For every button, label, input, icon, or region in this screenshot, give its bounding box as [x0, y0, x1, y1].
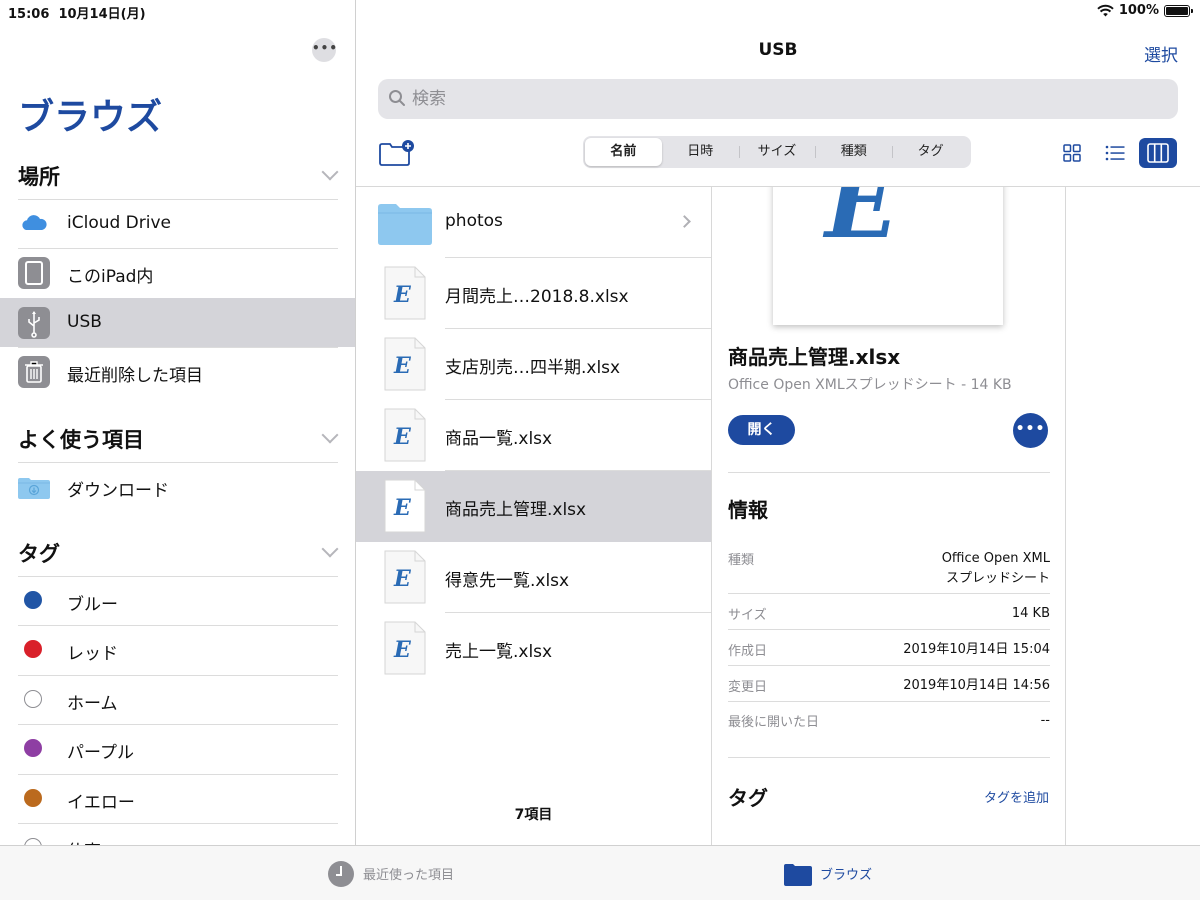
tag-color-dot: [24, 591, 42, 609]
tag-color-dot: [24, 690, 42, 708]
svg-text:E: E: [393, 637, 412, 663]
sort-by-kind[interactable]: 種類: [815, 138, 892, 166]
chevron-down-icon: [321, 163, 339, 181]
item-count: 7項目: [514, 807, 553, 823]
excel-file-icon: E: [384, 621, 426, 675]
grid-view-button[interactable]: [1053, 138, 1091, 168]
tag-color-dot: [24, 640, 42, 658]
excel-file-icon: E: [384, 337, 426, 391]
grid-icon: [1063, 144, 1081, 162]
tag-color-dot: [24, 838, 42, 845]
section-favorites[interactable]: よく使う項目: [18, 421, 339, 457]
tag-color-dot: [24, 739, 42, 757]
info-heading: 情報: [728, 498, 768, 522]
sidebar-tag-home[interactable]: ホーム: [0, 675, 355, 724]
file-row-xlsx[interactable]: E 得意先一覧.xlsx: [356, 542, 711, 613]
sidebar-tag-blue[interactable]: ブルー: [0, 576, 355, 625]
wifi-icon: [1097, 4, 1114, 17]
battery-percent: 100%: [1118, 3, 1159, 18]
tags-heading: タグ: [728, 786, 768, 810]
section-tags[interactable]: タグ: [18, 535, 339, 571]
sidebar: ••• ブラウズ 場所 iCloud Drive このiPad内 USB 最近削…: [0, 0, 356, 845]
list-view-button[interactable]: [1096, 138, 1134, 168]
file-row-xlsx[interactable]: E 売上一覧.xlsx: [356, 613, 711, 684]
sort-by-size[interactable]: サイズ: [738, 138, 816, 166]
detail-pane: E 商品売上管理.xlsx Office Open XMLスプレッドシート - …: [712, 187, 1066, 845]
svg-text:E: E: [393, 495, 412, 521]
add-tag-link[interactable]: タグを追加: [984, 787, 1049, 806]
sidebar-tag-yellow[interactable]: イエロー: [0, 774, 355, 823]
sidebar-tag-work[interactable]: 仕事: [0, 823, 355, 845]
file-row-xlsx[interactable]: E 商品一覧.xlsx: [356, 400, 711, 471]
svg-text:E: E: [393, 566, 412, 592]
folder-icon: [378, 204, 432, 245]
excel-file-icon: E: [384, 408, 426, 462]
search-bar[interactable]: [378, 79, 1178, 119]
download-folder-icon: [18, 478, 50, 499]
status-indicators: 100%: [1097, 3, 1193, 18]
file-row-photos[interactable]: photos: [356, 187, 711, 258]
sort-by-tag[interactable]: タグ: [892, 138, 969, 166]
file-row-xlsx[interactable]: E 支店別売…四半期.xlsx: [356, 329, 711, 400]
trash-icon: [18, 356, 50, 388]
sidebar-item-ipad[interactable]: このiPad内: [0, 248, 355, 297]
sidebar-item-recently-deleted[interactable]: 最近削除した項目: [0, 347, 355, 396]
excel-file-icon: E: [384, 479, 426, 533]
sidebar-tag-red[interactable]: レッド: [0, 625, 355, 674]
sort-segmented-control: 名前 日時 サイズ 種類 タグ: [583, 136, 971, 168]
divider: [728, 472, 1050, 473]
main-pane: USB 選択 名前 日時 サイズ 種類 タグ photos E 月間売上…201…: [356, 0, 1200, 845]
svg-text:E: E: [393, 282, 412, 308]
sidebar-item-usb[interactable]: USB: [0, 298, 355, 347]
columns-icon: [1147, 143, 1169, 163]
list-icon: [1105, 145, 1125, 161]
sidebar-item-icloud[interactable]: iCloud Drive: [0, 199, 355, 248]
sort-by-name[interactable]: 名前: [585, 138, 662, 166]
file-list: photos E 月間売上…2018.8.xlsx E 支店別売…四半期.xls…: [356, 187, 712, 845]
chevron-down-icon: [321, 426, 339, 444]
search-icon: [389, 90, 405, 106]
detail-file-name: 商品売上管理.xlsx: [728, 345, 901, 369]
file-row-xlsx-selected[interactable]: E 商品売上管理.xlsx: [356, 471, 711, 542]
excel-file-icon: E: [384, 550, 426, 604]
detail-more-button[interactable]: •••: [1013, 413, 1048, 448]
search-input[interactable]: [412, 85, 1152, 113]
excel-file-icon: E: [384, 266, 426, 320]
sidebar-title: ブラウズ: [18, 97, 163, 138]
sort-by-date[interactable]: 日時: [662, 138, 739, 166]
section-locations[interactable]: 場所: [18, 158, 339, 194]
svg-text:E: E: [393, 424, 412, 450]
ipad-icon: [18, 257, 50, 289]
status-bar: 15:06 10月14日(月) 100%: [0, 0, 1200, 22]
tab-browse[interactable]: ブラウズ: [784, 846, 872, 900]
folder-icon: [784, 863, 812, 886]
page-title: USB: [758, 40, 798, 60]
clock-icon: [328, 860, 354, 887]
sidebar-tag-purple[interactable]: パープル: [0, 724, 355, 773]
sidebar-item-downloads[interactable]: ダウンロード: [0, 462, 355, 511]
chevron-down-icon: [321, 540, 339, 558]
svg-text:E: E: [393, 353, 412, 379]
detail-file-type: Office Open XMLスプレッドシート - 14 KB: [728, 377, 1012, 393]
chevron-right-icon: [678, 215, 691, 228]
battery-icon: [1164, 4, 1193, 17]
usb-icon: [18, 307, 50, 339]
file-preview[interactable]: E: [773, 187, 1003, 325]
tag-color-dot: [24, 789, 42, 807]
new-folder-icon[interactable]: [378, 139, 414, 167]
column-view-button[interactable]: [1139, 138, 1177, 168]
file-row-xlsx[interactable]: E 月間売上…2018.8.xlsx: [356, 258, 711, 329]
tab-bar: 最近使った項目 ブラウズ: [0, 845, 1200, 900]
select-button[interactable]: 選択: [1144, 41, 1178, 66]
status-time: 15:06 10月14日(月): [8, 7, 146, 22]
sidebar-more-button[interactable]: •••: [312, 38, 337, 62]
open-button[interactable]: 開く: [728, 415, 795, 445]
icloud-icon: [18, 208, 50, 240]
tab-recents[interactable]: 最近使った項目: [327, 846, 454, 900]
excel-preview-letter: E: [825, 187, 899, 260]
